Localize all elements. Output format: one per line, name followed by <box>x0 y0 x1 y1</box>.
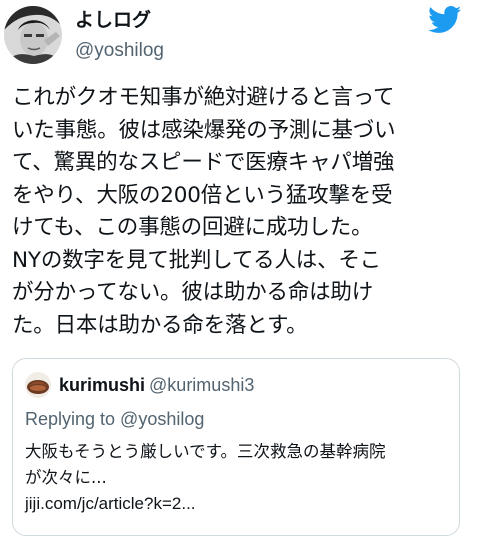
author-display-name[interactable]: よしログ <box>75 8 164 32</box>
quoted-avatar-image <box>25 372 51 398</box>
tweet-text-line: これがクオモ知事が絶対避けると言って <box>12 85 395 110</box>
quoted-author-avatar[interactable] <box>25 372 51 398</box>
quoted-article-link[interactable]: jiji.com/jc/article?k=2... <box>25 491 450 517</box>
quoted-username[interactable]: @kurimushi3 <box>149 375 254 395</box>
quoted-tweet-card[interactable]: kurimushi @kurimushi3 Replying to @yoshil… <box>12 358 460 536</box>
author-names: よしログ @yoshilog <box>75 8 164 64</box>
tweet-text-line: NYの数字を見て批判してる人は、そこ <box>12 247 381 273</box>
tweet-text-line: けても、この事態の回避に成功した。 <box>12 215 373 240</box>
quoted-display-name[interactable]: kurimushi <box>59 375 145 395</box>
twitter-bird-icon[interactable] <box>428 6 462 34</box>
replying-to-label: Replying to @yoshilog <box>25 409 205 429</box>
tweet-text-line: て、驚異的なスピードで医療キャパ増強 <box>12 150 395 175</box>
quoted-text-line: 大阪もそうとう厳しいです。三次救急の基幹病院 <box>25 442 386 461</box>
author-avatar-image <box>4 6 62 64</box>
author-avatar[interactable] <box>4 6 62 64</box>
quoted-tweet-body: 大阪もそうとう厳しいです。三次救急の基幹病院 が次々に... jiji.com/… <box>25 439 450 517</box>
tweet-text-line: た。日本は助かる命を落とす。 <box>12 312 308 338</box>
quoted-text-line: が次々に... <box>25 468 107 487</box>
tweet-text-line: をやり、大阪の200倍という猛攻撃を受 <box>12 182 393 208</box>
quoted-author-header: kurimushi @kurimushi3 <box>59 373 254 397</box>
author-username[interactable]: @yoshilog <box>75 38 164 64</box>
tweet-text-line: いた事態。彼は感染爆発の予測に基づい <box>12 117 396 143</box>
tweet-card: よしログ @yoshilog これがクオモ知事が絶対避けると言って いた事態。彼… <box>0 0 480 553</box>
tweet-body: これがクオモ知事が絶対避けると言って いた事態。彼は感染爆発の予測に基づい て、… <box>12 82 472 342</box>
tweet-text-line: が分かってない。彼は助かる命は助け <box>12 280 374 305</box>
